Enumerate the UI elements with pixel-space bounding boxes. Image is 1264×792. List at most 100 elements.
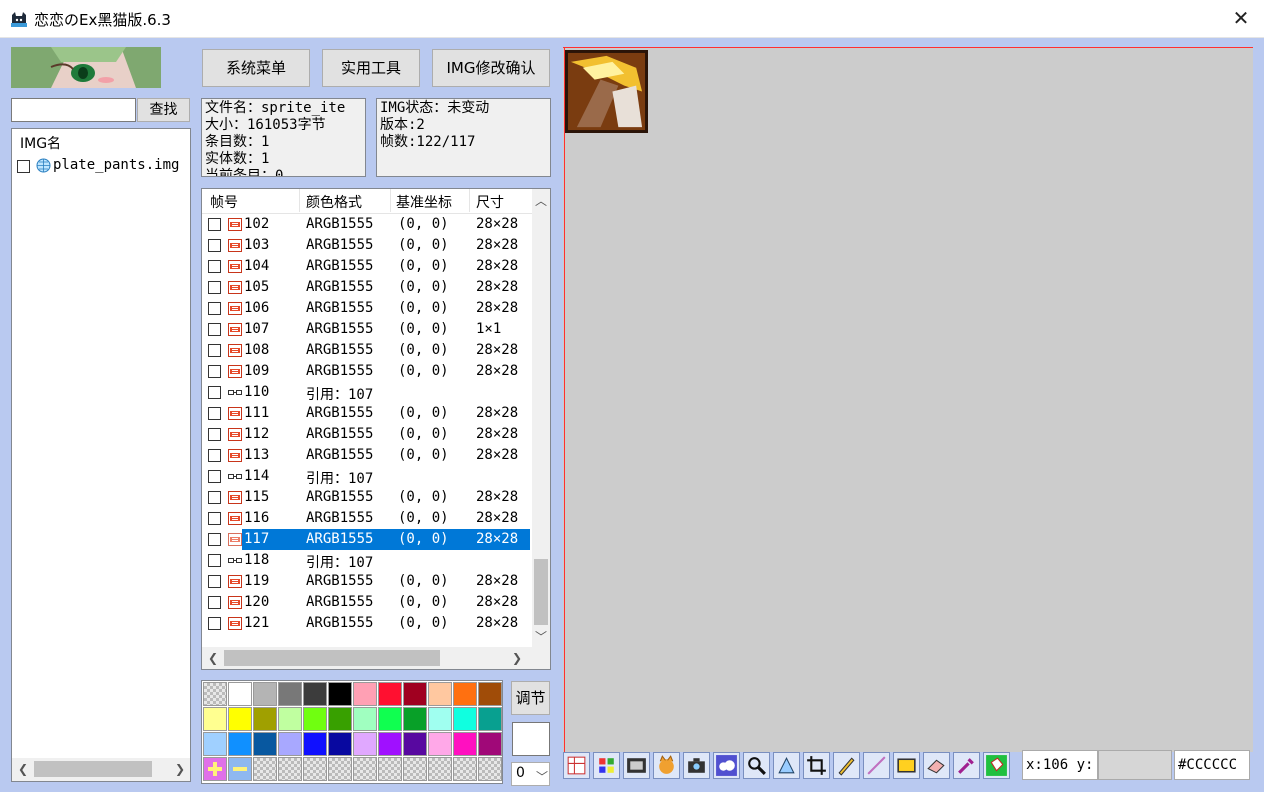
frame-checkbox[interactable] [208, 449, 221, 462]
tools-button[interactable]: 实用工具 [322, 49, 420, 87]
palette-swatch-empty[interactable] [303, 757, 327, 781]
palette-swatch-empty[interactable] [278, 757, 302, 781]
frame-checkbox[interactable] [208, 239, 221, 252]
column-header-size[interactable]: 尺寸 [476, 192, 504, 212]
camera-icon[interactable] [683, 752, 710, 779]
line-icon[interactable] [863, 752, 890, 779]
frame-table-vscrollbar[interactable]: ︿ ﹀ [532, 189, 550, 647]
frame-checkbox[interactable] [208, 533, 221, 546]
frame-table[interactable]: 帧号 颜色格式 基准坐标 尺寸 102 ARGB1555 (0, 0) 28×28 10… [201, 188, 551, 670]
palette-swatch[interactable] [403, 682, 427, 706]
palette-swatch[interactable] [428, 707, 452, 731]
frame-row[interactable]: 107 ARGB1555 (0, 0) 1×1 [202, 319, 532, 340]
palette-swatch[interactable] [353, 707, 377, 731]
frame-checkbox[interactable] [208, 218, 221, 231]
scroll-down-icon[interactable]: ﹀ [535, 628, 547, 645]
palette-swatch[interactable] [478, 682, 502, 706]
palette-swatch[interactable] [403, 707, 427, 731]
palette-swatch[interactable] [428, 682, 452, 706]
frame-row[interactable]: 104 ARGB1555 (0, 0) 28×28 [202, 256, 532, 277]
palette-swatch-empty[interactable] [253, 757, 277, 781]
cat-icon[interactable] [653, 752, 680, 779]
close-button[interactable]: ✕ [1218, 0, 1264, 38]
add-color-icon[interactable] [203, 757, 227, 781]
palette-swatch[interactable] [228, 682, 252, 706]
frame-row[interactable]: 111 ARGB1555 (0, 0) 28×28 [202, 403, 532, 424]
scroll-up-icon[interactable]: ︿ [535, 192, 547, 209]
palette-swatch-empty[interactable] [203, 682, 227, 706]
palette-swatch[interactable] [378, 732, 402, 756]
frame-row[interactable]: 113 ARGB1555 (0, 0) 28×28 [202, 445, 532, 466]
palette-swatch[interactable] [328, 682, 352, 706]
scroll-right-icon[interactable]: ❯ [175, 762, 185, 776]
palette-swatch[interactable] [478, 732, 502, 756]
column-header-format[interactable]: 颜色格式 [306, 192, 362, 212]
palette-swatch-empty[interactable] [353, 757, 377, 781]
frame-row[interactable]: 121 ARGB1555 (0, 0) 28×28 [202, 613, 532, 634]
system-menu-button[interactable]: 系统菜单 [202, 49, 310, 87]
img-confirm-button[interactable]: IMG修改确认 [432, 49, 550, 87]
frame-checkbox[interactable] [208, 281, 221, 294]
img-item-checkbox[interactable] [17, 159, 30, 173]
frame-checkbox[interactable] [208, 596, 221, 609]
crop-icon[interactable] [803, 752, 830, 779]
eyedropper-icon[interactable] [953, 752, 980, 779]
adjust-button[interactable]: 调节 [511, 681, 550, 715]
palette-swatch-empty[interactable] [328, 757, 352, 781]
eraser-icon[interactable] [923, 752, 950, 779]
remove-color-icon[interactable] [228, 757, 252, 781]
palette-swatch[interactable] [278, 732, 302, 756]
frame-row[interactable]: 118 引用：107 [202, 550, 532, 571]
palette-swatch-empty[interactable] [378, 757, 402, 781]
frame-checkbox[interactable] [208, 617, 221, 630]
frame-row[interactable]: 110 引用：107 [202, 382, 532, 403]
bucket-icon[interactable] [983, 752, 1010, 779]
palette-swatch[interactable] [228, 732, 252, 756]
frame-checkbox[interactable] [208, 323, 221, 336]
palette-swatch[interactable] [328, 707, 352, 731]
scroll-right-icon[interactable]: ❯ [512, 651, 522, 665]
scroll-thumb[interactable] [34, 761, 152, 777]
palette-swatch[interactable] [453, 732, 477, 756]
scroll-thumb[interactable] [224, 650, 440, 666]
current-color-swatch[interactable] [512, 722, 550, 756]
img-list-item[interactable]: plate_pants.img [17, 157, 179, 174]
palette-swatch[interactable] [353, 732, 377, 756]
palette-swatch[interactable] [303, 732, 327, 756]
frame-row[interactable]: 114 引用：107 [202, 466, 532, 487]
pencil-icon[interactable] [833, 752, 860, 779]
frame-row[interactable]: 115 ARGB1555 (0, 0) 28×28 [202, 487, 532, 508]
palette-grid-icon[interactable] [593, 752, 620, 779]
palette-swatch[interactable] [203, 707, 227, 731]
frame-checkbox[interactable] [208, 428, 221, 441]
frame-checkbox[interactable] [208, 386, 221, 399]
palette-swatch[interactable] [253, 707, 277, 731]
palette-swatch[interactable] [253, 682, 277, 706]
scroll-left-icon[interactable]: ❮ [208, 651, 218, 665]
frame-checkbox[interactable] [208, 491, 221, 504]
frame-row[interactable]: 120 ARGB1555 (0, 0) 28×28 [202, 592, 532, 613]
palette-swatch[interactable] [278, 707, 302, 731]
search-button[interactable]: 查找 [137, 98, 190, 122]
palette-swatch-empty[interactable] [453, 757, 477, 781]
frame-row[interactable]: 108 ARGB1555 (0, 0) 28×28 [202, 340, 532, 361]
canvas-area[interactable] [563, 47, 1253, 753]
frame-checkbox[interactable] [208, 512, 221, 525]
rectangle-icon[interactable] [893, 752, 920, 779]
img-list-hscrollbar[interactable]: ❮ ❯ [12, 758, 190, 781]
palette-swatch[interactable] [278, 682, 302, 706]
zoom-icon[interactable] [743, 752, 770, 779]
palette-swatch[interactable] [428, 732, 452, 756]
frame-row[interactable]: 102 ARGB1555 (0, 0) 28×28 [202, 214, 532, 235]
palette-swatch[interactable] [353, 682, 377, 706]
frame-canvas-icon[interactable] [563, 752, 590, 779]
palette-swatch[interactable] [203, 732, 227, 756]
palette-swatch[interactable] [453, 682, 477, 706]
palette-swatch[interactable] [378, 707, 402, 731]
frame-table-hscrollbar[interactable]: ❮ ❯ [202, 647, 550, 669]
frame-row[interactable]: 106 ARGB1555 (0, 0) 28×28 [202, 298, 532, 319]
palette-swatch-empty[interactable] [428, 757, 452, 781]
column-header-coord[interactable]: 基准坐标 [396, 192, 452, 212]
film-icon[interactable] [623, 752, 650, 779]
frame-checkbox[interactable] [208, 407, 221, 420]
